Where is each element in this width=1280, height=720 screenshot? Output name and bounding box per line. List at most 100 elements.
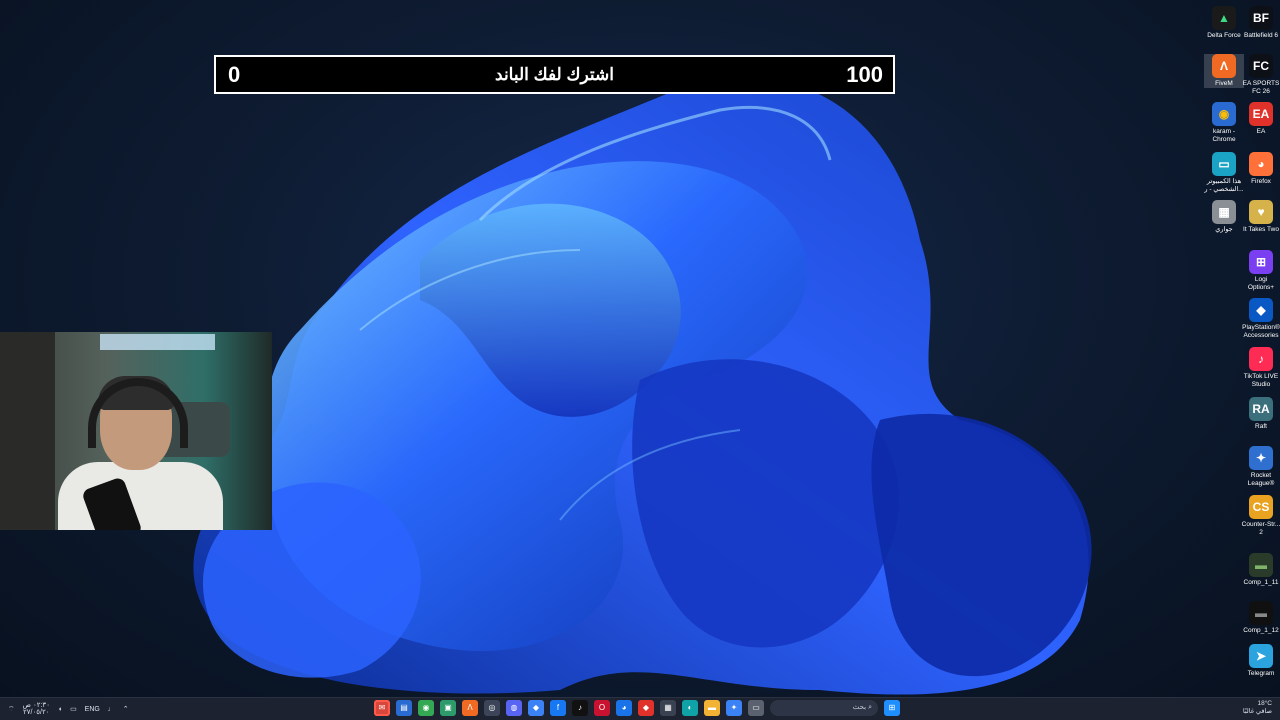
desktop-icon-label: Logi Options+ <box>1247 276 1275 291</box>
app-icon: ◉ <box>1212 102 1236 126</box>
app-icon: ♪ <box>1249 347 1273 371</box>
desktop-icon-left-2[interactable]: ◉ karam - Chrome <box>1204 102 1244 143</box>
pinned-apps: ✉ ▤ ◉ ▣ Λ ◎ ◍ ◆ f ♪ O ◕ ◆ ▦ ◐ ▬ ✦ ▭ <box>374 700 770 717</box>
app-icon: RA <box>1249 397 1273 421</box>
photo-icon[interactable]: ✦ <box>726 700 742 716</box>
shield-icon[interactable]: ◆ <box>528 700 544 716</box>
desktop-icon-left-0[interactable]: ▲ Delta Force <box>1204 6 1244 40</box>
app-icon: ▲ <box>1212 6 1236 30</box>
desktop-icon-right-0[interactable]: BF Battlefield 6 <box>1241 6 1280 40</box>
start-icon[interactable]: ⊞ <box>884 700 900 716</box>
desktop-icon-label: Delta Force <box>1207 32 1241 39</box>
desktop-icon-label: FiveM <box>1215 80 1233 87</box>
weather-widget[interactable]: 18°C صافي غالبًا <box>1243 700 1272 716</box>
desktop-icon-right-9[interactable]: ✦ Rocket League® <box>1241 446 1280 487</box>
desktop-icon-right-7[interactable]: ♪ TikTok LIVE Studio <box>1241 347 1280 388</box>
search-placeholder: بحث <box>852 704 867 711</box>
network-icon[interactable]: ▭ <box>70 705 77 713</box>
chevron-up-icon[interactable]: ⌃ <box>123 705 129 713</box>
desktop-icon-right-8[interactable]: RA Raft <box>1241 397 1280 431</box>
desktop-icon-left-1[interactable]: Λ FiveM <box>1204 54 1244 88</box>
app-icon: ◆ <box>1249 298 1273 322</box>
explorer-icon[interactable]: ▬ <box>704 700 720 716</box>
app-icon: FC <box>1249 54 1273 78</box>
subscribe-counter-bar: 0 اشترك لفك الباند 100 <box>214 55 895 94</box>
desktop-icon-right-5[interactable]: ⊞ Logi Options+ <box>1241 250 1280 291</box>
desktop-icon-label: EA <box>1256 128 1266 135</box>
app-icon: ▦ <box>1212 200 1236 224</box>
desktop-icon-label: Raft <box>1255 423 1267 430</box>
steam-icon[interactable]: ◎ <box>484 700 500 716</box>
webcam-overlay <box>0 332 272 530</box>
clock[interactable]: ٠٢:٣٠ ص ٢٧/٠٥/٢٠ <box>23 702 50 716</box>
discord-icon[interactable]: ◍ <box>506 700 522 716</box>
desktop-icon-right-3[interactable]: ◕ Firefox <box>1241 152 1280 186</box>
desktop-icon-label: TikTok LIVE Studio <box>1243 373 1279 388</box>
desktop-icon-left-4[interactable]: ▦ جواري <box>1204 200 1244 234</box>
webcam-shelf <box>0 332 55 530</box>
wifi-icon[interactable]: ⌔ <box>8 705 15 714</box>
desktop-icon-label: EA SPORTS FC 26 <box>1242 80 1280 95</box>
terminal-icon[interactable]: ▣ <box>440 700 456 716</box>
desktop-icon-label: Comp_1_12 <box>1243 627 1279 634</box>
desktop-icon-right-6[interactable]: ◆ PlayStation® Accessories <box>1241 298 1280 339</box>
desktop-icon-right-1[interactable]: FC EA SPORTS FC 26 <box>1241 54 1280 95</box>
weather-desc: صافي غالبًا <box>1242 708 1272 715</box>
goal-count: 100 <box>846 62 883 87</box>
desktop-icon-label: karam - Chrome <box>1212 128 1236 143</box>
app-icon: ➤ <box>1249 644 1273 668</box>
system-tray-left: ⌔ ٠٢:٣٠ ص ٢٧/٠٥/٢٠ ◖ ▭ ENG ♩ ⌃ <box>8 702 135 716</box>
app-icon: ▬ <box>1249 553 1273 577</box>
app-icon: ✦ <box>1249 446 1273 470</box>
edge-icon[interactable]: ◐ <box>682 700 698 716</box>
desktop-icon-label: Battlefield 6 <box>1244 32 1278 39</box>
desktop-icon-left-3[interactable]: ▭ هذا الكمبيوتر الشخصي - ر... <box>1204 152 1244 193</box>
window-icon[interactable]: ▭ <box>748 700 764 716</box>
desktop-icon-label: Telegram <box>1247 670 1275 677</box>
mic-tray-icon[interactable]: ♩ <box>108 706 115 713</box>
clock-date: ٢٧/٠٥/٢٠ <box>23 709 50 716</box>
desktop-icon-label: هذا الكمبيوتر الشخصي - ر... <box>1204 178 1244 193</box>
app-icon: CS <box>1249 495 1273 519</box>
desktop-icon-label: Comp_1_11 <box>1243 579 1279 586</box>
chrome-icon[interactable]: ◉ <box>418 700 434 716</box>
desktop-icon-label: Counter-Str... 2 <box>1241 521 1280 536</box>
mail-icon[interactable]: ✉ <box>374 700 390 716</box>
tiktok-icon[interactable]: ♪ <box>572 700 588 716</box>
app-icon: BF <box>1249 6 1273 30</box>
folder-icon[interactable]: ▤ <box>396 700 412 716</box>
desktop-icon-right-10[interactable]: CS Counter-Str... 2 <box>1241 495 1280 536</box>
desktop-icon-label: جواري <box>1215 226 1233 233</box>
desktop-icon-right-4[interactable]: ♥ It Takes Two <box>1241 200 1280 234</box>
opera-icon[interactable]: O <box>594 700 610 716</box>
search-box[interactable]: بحث ⌕ <box>770 700 878 716</box>
desktop-icon-right-12[interactable]: ▬ Comp_1_12 <box>1241 601 1280 635</box>
fivem-icon[interactable]: Λ <box>462 700 478 716</box>
app-icon: ⊞ <box>1249 250 1273 274</box>
language-indicator[interactable]: ENG <box>85 706 100 713</box>
desktop-icon-right-11[interactable]: ▬ Comp_1_11 <box>1241 553 1280 587</box>
weather-temp: 18°C <box>1257 700 1272 707</box>
desktop-icon-right-13[interactable]: ➤ Telegram <box>1241 644 1280 678</box>
desktop-icon-label: Firefox <box>1251 178 1271 185</box>
subscribe-title: اشترك لفك الباند <box>495 65 614 84</box>
globe-icon[interactable]: ◕ <box>616 700 632 716</box>
app-icon: ▬ <box>1249 601 1273 625</box>
desktop-icon-right-2[interactable]: EA EA <box>1241 102 1280 136</box>
desktop-icon-label: Rocket League® <box>1247 472 1275 487</box>
store-icon[interactable]: ▦ <box>660 700 676 716</box>
taskbar-apps: ✉ ▤ ◉ ▣ Λ ◎ ◍ ◆ f ♪ O ◕ ◆ ▦ ◐ ▬ ✦ ▭ بحث ⌕ ⊞ <box>374 700 906 718</box>
volume-icon[interactable]: ◖ <box>58 706 62 713</box>
app-icon: ◕ <box>1249 152 1273 176</box>
facebook-icon[interactable]: f <box>550 700 566 716</box>
app-icon: Λ <box>1212 54 1236 78</box>
taskbar: ⌔ ٠٢:٣٠ ص ٢٧/٠٥/٢٠ ◖ ▭ ENG ♩ ⌃ ✉ ▤ ◉ ▣ Λ ◎ ◍ ◆ f… <box>0 697 1280 720</box>
clock-time: ٠٢:٣٠ ص <box>22 702 50 709</box>
app-icon: ♥ <box>1249 200 1273 224</box>
desktop-icon-label: PlayStation® Accessories <box>1242 324 1280 339</box>
desktop-icon-label: It Takes Two <box>1243 226 1279 233</box>
red-icon[interactable]: ◆ <box>638 700 654 716</box>
webcam-light <box>100 334 215 350</box>
app-icon: ▭ <box>1212 152 1236 176</box>
app-icon: EA <box>1249 102 1273 126</box>
